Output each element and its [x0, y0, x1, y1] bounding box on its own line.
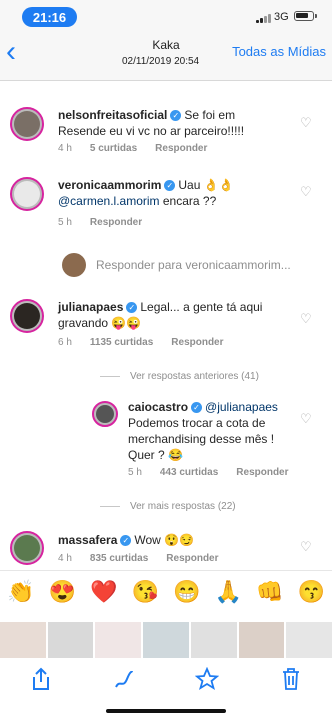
comment-body: Se foi em: [184, 108, 236, 122]
avatar[interactable]: [10, 299, 44, 333]
mention-link[interactable]: @carmen.l.amorim: [58, 194, 160, 208]
nav-bar: ‹ Kaka 02/11/2019 20:54 Todas as Mídias: [0, 30, 332, 81]
comment-time: 6 h: [58, 337, 72, 348]
markup-icon[interactable]: [113, 667, 135, 697]
like-heart-icon[interactable]: ♡: [300, 411, 312, 427]
status-time: 21:16: [22, 7, 77, 27]
thumbnail[interactable]: [286, 622, 332, 658]
thumbnail[interactable]: [190, 622, 237, 658]
thumbnail[interactable]: [95, 622, 142, 658]
comment-likes[interactable]: 443 curtidas: [160, 467, 218, 478]
comment-body: Legal... a gente tá aqui: [140, 300, 263, 314]
comment-time: 4 h: [58, 553, 72, 564]
comments-list: nelsonfreitasoficial ✓ Se foi em Resende e…: [0, 81, 332, 569]
comment-body: encara ??: [159, 194, 217, 208]
like-heart-icon[interactable]: ♡: [300, 115, 312, 131]
avatar[interactable]: [10, 107, 44, 141]
comment-meta: 4 h 835 curtidas Responder: [58, 553, 219, 564]
comment-meta: 5 h Responder: [58, 217, 142, 228]
verified-icon: ✓: [191, 402, 203, 414]
emoji-button[interactable]: 😁: [173, 579, 200, 605]
reply-button[interactable]: Responder: [166, 553, 218, 564]
comment-body: Resende eu vi vc no ar parceiro!!!!!: [58, 124, 245, 138]
comment-username[interactable]: massafera: [58, 533, 117, 547]
comment-username[interactable]: nelsonfreitasoficial: [58, 108, 167, 122]
verified-icon: ✓: [126, 302, 138, 314]
trash-icon[interactable]: [280, 667, 302, 697]
status-bar: 21:16 3G: [0, 0, 332, 30]
emoji-button[interactable]: 😘: [132, 579, 159, 605]
comment-text: julianapaes ✓ Legal... a gente tá aqui gra…: [58, 299, 288, 331]
divider: [100, 376, 120, 377]
emoji-button[interactable]: 👊: [256, 579, 283, 605]
battery-fill: [296, 13, 308, 18]
comment-username[interactable]: caiocastro: [128, 400, 188, 414]
comment-likes[interactable]: 835 curtidas: [90, 553, 148, 564]
comment-text: veronicaammorim ✓ Uau 👌👌 @carmen.l.amorim …: [58, 177, 288, 209]
network-label: 3G: [274, 11, 289, 23]
comment-body: Podemos trocar a cota de: [128, 416, 266, 430]
share-icon[interactable]: [30, 667, 52, 697]
comment-likes[interactable]: 5 curtidas: [90, 143, 137, 154]
star-icon[interactable]: [194, 666, 220, 697]
comment-time: 5 h: [58, 217, 72, 228]
comment-meta: 6 h 1135 curtidas Responder: [58, 337, 224, 348]
emoji-button[interactable]: 😍: [49, 579, 76, 605]
comment-time: 5 h: [128, 467, 142, 478]
all-media-button[interactable]: Todas as Mídias: [232, 44, 326, 59]
thumbnail[interactable]: [0, 622, 46, 658]
view-more-label: Ver mais respostas (22): [130, 501, 236, 512]
reply-button[interactable]: Responder: [90, 217, 142, 228]
comment-meta: 4 h 5 curtidas Responder: [58, 143, 207, 154]
comment-body: merchandising desse mês !: [128, 432, 275, 446]
mention-link[interactable]: @julianapaes: [205, 400, 278, 414]
home-indicator: [106, 709, 226, 713]
comment-time: 4 h: [58, 143, 72, 154]
divider: [100, 506, 120, 507]
avatar[interactable]: [92, 401, 118, 427]
comment-meta: 5 h 443 curtidas Responder: [128, 467, 289, 478]
view-previous-replies-button[interactable]: Ver respostas anteriores (41): [100, 371, 259, 382]
like-heart-icon[interactable]: ♡: [300, 184, 312, 200]
comment-text: massafera ✓ Wow 😲😏: [58, 532, 288, 548]
emoji-button[interactable]: 🙏: [215, 579, 242, 605]
reply-input[interactable]: Responder para veronicaammorim...: [96, 258, 291, 272]
verified-icon: ✓: [164, 180, 176, 192]
comment-body: Quer ? 😂: [128, 448, 183, 462]
nav-title: Kaka: [152, 38, 180, 52]
comment-username[interactable]: veronicaammorim: [58, 178, 161, 192]
emoji-button[interactable]: 👏: [7, 579, 34, 605]
emoji-button[interactable]: 😙: [298, 579, 325, 605]
view-previous-label: Ver respostas anteriores (41): [130, 371, 259, 382]
comment-text: caiocastro ✓ @julianapaes Podemos trocar a…: [128, 399, 308, 463]
verified-icon: ✓: [170, 110, 182, 122]
reply-button[interactable]: Responder: [171, 337, 223, 348]
media-thumbnail-strip: [0, 622, 332, 658]
comment-likes[interactable]: 1135 curtidas: [90, 337, 153, 348]
comment-body: Wow 😲😏: [134, 533, 195, 547]
avatar[interactable]: [10, 177, 44, 211]
avatar[interactable]: [10, 531, 44, 565]
own-avatar: [62, 253, 86, 277]
emoji-quick-bar: 👏 😍 ❤️ 😘 😁 🙏 👊 😙: [0, 570, 332, 613]
like-heart-icon[interactable]: ♡: [300, 539, 312, 555]
thumbnail[interactable]: [47, 622, 94, 658]
like-heart-icon[interactable]: ♡: [300, 311, 312, 327]
thumbnail[interactable]: [238, 622, 285, 658]
comment-username[interactable]: julianapaes: [58, 300, 123, 314]
view-more-replies-button[interactable]: Ver mais respostas (22): [100, 501, 236, 512]
reply-button[interactable]: Responder: [155, 143, 207, 154]
verified-icon: ✓: [120, 535, 132, 547]
bottom-toolbar: [0, 660, 332, 704]
comment-text: nelsonfreitasoficial ✓ Se foi em Resende e…: [58, 107, 288, 139]
back-button[interactable]: ‹: [6, 37, 16, 67]
reply-button[interactable]: Responder: [236, 467, 288, 478]
signal-icon: [256, 14, 271, 23]
comment-body: Uau 👌👌: [178, 178, 234, 192]
comment-body: gravando 😜😜: [58, 316, 142, 330]
battery-icon: [294, 11, 317, 21]
thumbnail[interactable]: [143, 622, 189, 658]
emoji-button[interactable]: ❤️: [90, 579, 117, 605]
